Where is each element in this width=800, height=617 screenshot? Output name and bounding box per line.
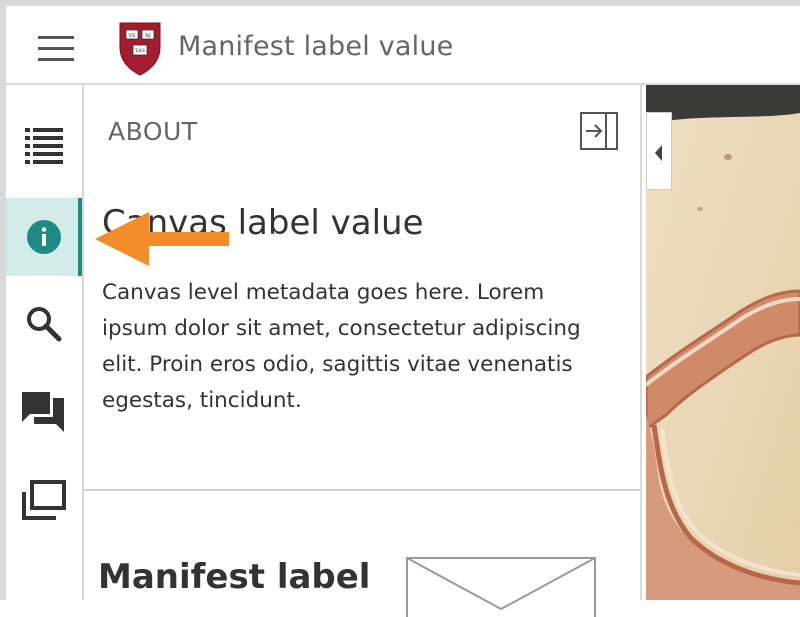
svg-text:VE: VE	[127, 33, 136, 39]
section-divider	[84, 489, 640, 491]
harvard-shield-logo: VE RI TAS	[119, 22, 161, 76]
search-button[interactable]	[6, 285, 82, 363]
annotations-button[interactable]	[6, 373, 82, 451]
svg-text:TAS: TAS	[135, 48, 146, 54]
canvas-label: Canvas label value	[102, 203, 424, 243]
caret-left-icon	[655, 145, 662, 161]
left-icon-rail	[6, 85, 84, 600]
info-icon	[27, 220, 61, 254]
top-bar: VE RI TAS Manifest label value	[6, 6, 800, 85]
hamburger-menu-button[interactable]	[38, 36, 74, 64]
collapse-sidebar-toggle[interactable]	[646, 112, 672, 190]
list-icon	[25, 128, 63, 164]
svg-text:RI: RI	[145, 33, 151, 39]
info-button[interactable]	[6, 198, 82, 276]
collapse-panel-icon	[586, 114, 607, 148]
canvas-metadata-text: Canvas level metadata goes here. Lorem i…	[102, 280, 581, 413]
about-sidebar: ABOUT Canvas label value Canvas level me…	[84, 85, 642, 617]
panel-heading: ABOUT	[108, 117, 198, 146]
layers-icon	[22, 480, 66, 520]
close-sidebar-button[interactable]	[580, 112, 618, 150]
manifest-title: Manifest label value	[178, 31, 454, 62]
search-icon	[27, 307, 62, 342]
index-button[interactable]	[6, 107, 82, 185]
manifest-label: Manifest label	[98, 557, 371, 597]
annotations-icon	[22, 392, 64, 432]
layers-button[interactable]	[6, 461, 82, 539]
thumbnail-placeholder-icon	[406, 557, 596, 617]
